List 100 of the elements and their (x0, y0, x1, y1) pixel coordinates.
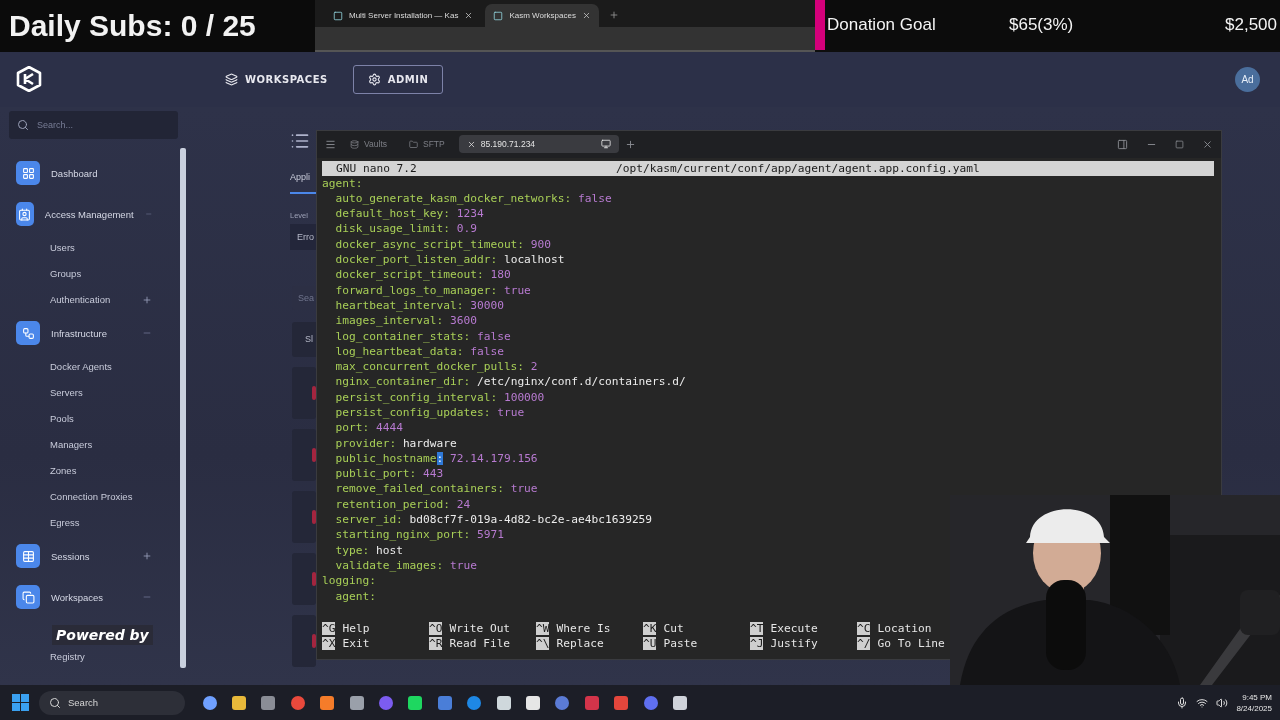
code-line: agent: (334, 588, 377, 604)
code-line: validate_images: true (334, 557, 478, 574)
editor-version: GNU nano 7.2 (336, 161, 418, 175)
sidebar-item[interactable]: Access Management (44, 208, 134, 220)
code-line: auto_generate_kasm_docker_networks: false (334, 190, 613, 207)
code-line: log_container_stats: false (334, 328, 512, 344)
sidebar-item[interactable]: Workspaces (51, 591, 131, 603)
sidebar-item[interactable]: Managers (50, 439, 152, 451)
code-line: public_port: 443 (334, 466, 445, 482)
terminal-tab[interactable]: SFTP (401, 135, 453, 154)
action-button[interactable]: Sl (292, 321, 316, 357)
donation-target: $2,500 (1225, 15, 1277, 35)
panel-icon[interactable] (1117, 138, 1128, 150)
shortcut-label: Location (877, 621, 932, 635)
mic-icon[interactable] (1176, 696, 1189, 709)
app-icon[interactable] (525, 694, 541, 711)
section-icon (16, 544, 40, 569)
browser-tab[interactable]: Multi Server Installation — Kas (325, 4, 482, 27)
app-icon[interactable] (231, 694, 248, 711)
app-icon[interactable] (201, 694, 218, 711)
browser-tab[interactable]: Kasm Workspaces (485, 4, 599, 27)
layers-icon (225, 72, 238, 86)
code-line: provider: hardware (334, 435, 458, 451)
sidebar-item[interactable]: Sessions (51, 550, 131, 562)
hexagon-logo-icon[interactable] (16, 66, 42, 93)
close-icon[interactable] (464, 11, 474, 20)
goal-bar (815, 0, 825, 50)
volume-icon[interactable] (1216, 696, 1229, 709)
menu-icon[interactable] (325, 138, 336, 150)
sidebar-item[interactable]: Infrastructure (51, 327, 131, 339)
expand-icon[interactable] (142, 551, 152, 562)
shortcut-label: Cut (663, 621, 684, 635)
shortcut-label: Go To Line (877, 637, 945, 650)
app-icon[interactable] (407, 694, 424, 711)
sidebar-item[interactable]: Docker Agents (50, 361, 152, 373)
sidebar-item[interactable]: Groups (50, 268, 152, 280)
shortcut-label: Justify (770, 637, 818, 650)
section-icon (16, 161, 40, 186)
gear-icon (367, 72, 381, 86)
tab-favicon-icon (333, 10, 343, 21)
code-line: type: host (334, 542, 404, 558)
close-icon[interactable] (1202, 138, 1213, 150)
code-line: docker_script_timeout: 180 (334, 267, 512, 283)
new-tab-icon[interactable] (624, 138, 636, 150)
code-line: retention_period: 24 (334, 496, 472, 513)
nav-tab[interactable]: ADMIN (352, 64, 444, 94)
expand-icon[interactable] (142, 294, 152, 305)
section-icon (16, 585, 40, 610)
windows-logo-icon[interactable] (12, 694, 29, 712)
code-line: remove_failed_containers: true (334, 481, 539, 497)
code-line: agent: (322, 175, 364, 191)
code-line: port: 4444 (334, 420, 404, 436)
donation-label: Donation Goal (827, 15, 937, 35)
folder-icon (409, 139, 418, 149)
app-icon[interactable] (495, 694, 512, 711)
sidebar-item[interactable]: Users (50, 242, 152, 254)
sidebar-item[interactable]: Zones (50, 465, 152, 477)
code-line: persist_config_interval: 100000 (334, 389, 546, 405)
sidebar-item[interactable]: Servers (50, 387, 152, 399)
app-icon[interactable] (348, 694, 365, 711)
maximize-icon[interactable] (1175, 139, 1184, 149)
code-line: forward_logs_to_manager: true (334, 282, 532, 298)
code-line: heartbeat_interval: 30000 (334, 297, 505, 314)
shortcut-label: Where Is (556, 621, 611, 635)
sidebar-item[interactable]: Dashboard (51, 167, 152, 179)
shortcut-label: Help (342, 621, 370, 635)
shortcut-key: ^J (750, 637, 764, 650)
close-icon[interactable] (466, 139, 476, 149)
shortcut-label: Read File (449, 637, 511, 650)
code-line: starting_nginx_port: 5971 (334, 527, 505, 543)
sidebar-item[interactable]: Egress (50, 517, 152, 529)
wifi-icon[interactable] (1196, 696, 1209, 709)
sidebar-item[interactable]: Pools (50, 413, 152, 425)
terminal-tab[interactable]: Vaults (342, 135, 395, 154)
nav-tab[interactable]: WORKSPACES (210, 64, 343, 94)
user-avatar[interactable]: Ad (1235, 66, 1260, 92)
app-icon[interactable] (671, 694, 688, 711)
shortcut-label: Execute (770, 621, 818, 635)
shortcut-key: ^\ (536, 637, 550, 650)
monitor-icon[interactable] (600, 139, 611, 150)
new-tab-icon[interactable] (608, 10, 619, 20)
shortcut-label: Exit (342, 637, 370, 650)
shortcut-key: ^C (857, 621, 871, 635)
sidebar-item[interactable]: Authentication (50, 294, 142, 306)
code-line: nginx_container_dir: /etc/nginx/conf.d/containers.d/ (334, 374, 687, 390)
scrollbar[interactable] (180, 147, 186, 668)
sidebar-item[interactable]: Registry (50, 651, 152, 663)
close-icon[interactable] (581, 11, 591, 20)
search-icon (17, 118, 29, 131)
sidebar-item[interactable]: Connection Proxies (50, 491, 152, 503)
error-mark (312, 385, 316, 400)
code-line: logging: (322, 573, 377, 589)
terminal-tab[interactable]: 85.190.71.234 (458, 135, 619, 154)
code-line: docker_port_listen_addr: localhost (334, 252, 566, 268)
level-select[interactable]: Erro (290, 223, 316, 250)
error-mark (312, 509, 316, 524)
search-field[interactable]: Search (39, 690, 185, 715)
search-field[interactable]: Search... (9, 110, 178, 139)
app-icon[interactable] (319, 694, 336, 711)
shortcut-key: ^O (429, 621, 443, 635)
